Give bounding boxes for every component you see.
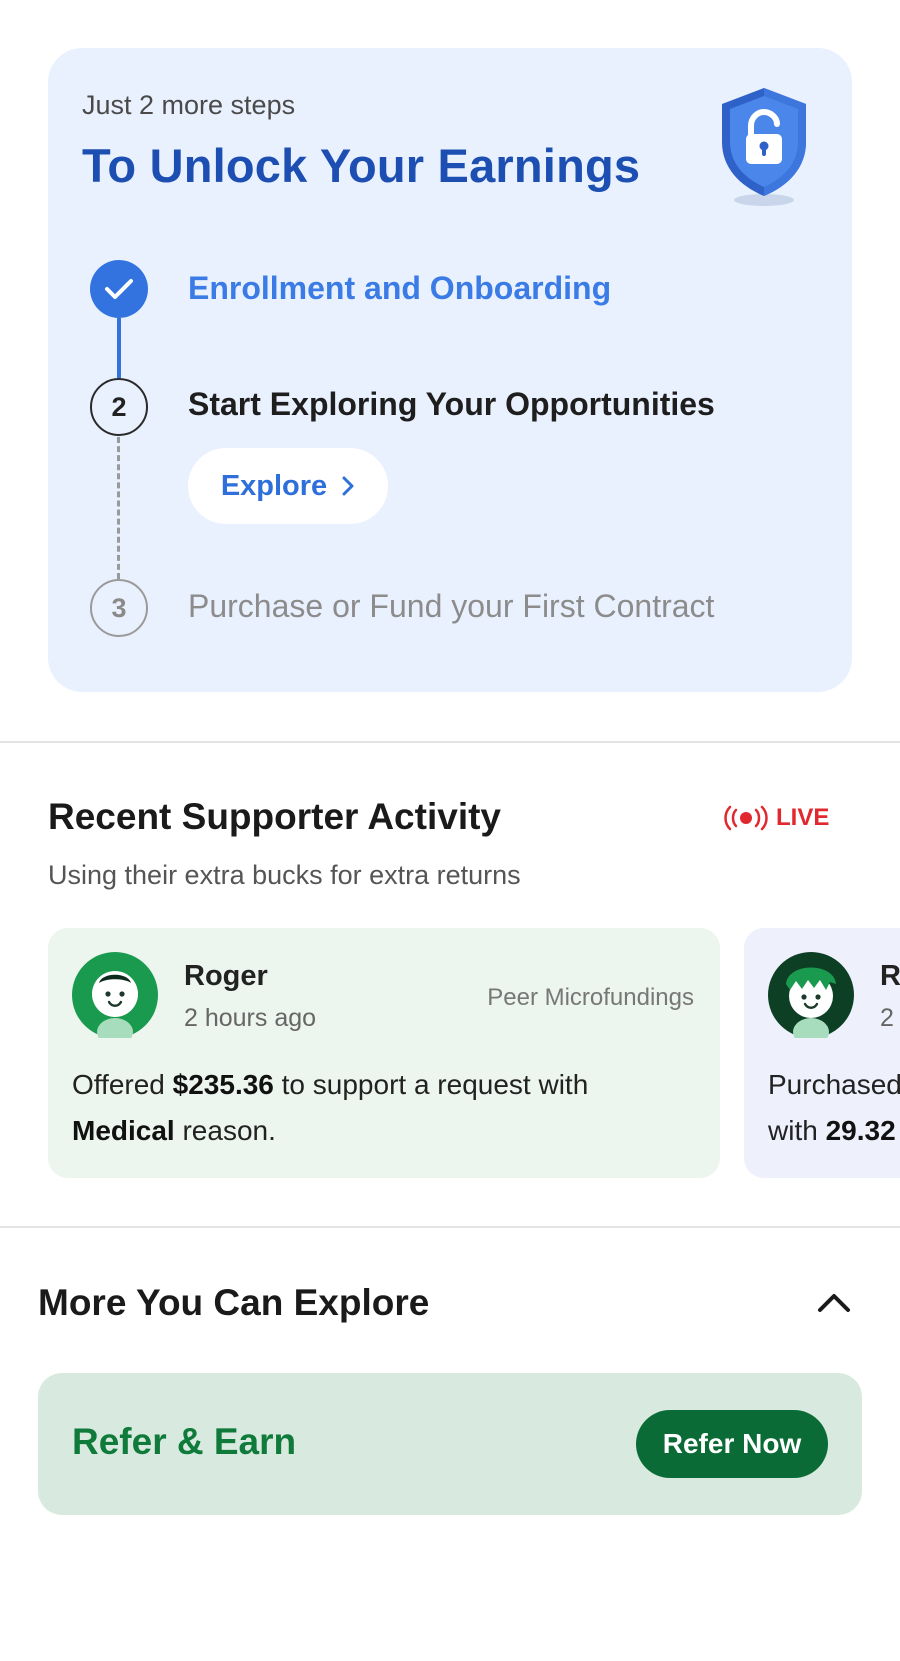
refer-earn-title: Refer & Earn	[72, 1421, 297, 1462]
supporter-name: Roger	[184, 960, 268, 992]
refer-now-button[interactable]: Refer Now	[636, 1410, 828, 1478]
supporter-name: R	[880, 960, 900, 992]
step-1-label: Enrollment and Onboarding	[188, 270, 612, 306]
step-2-number: 2	[90, 378, 148, 436]
explore-button[interactable]: Explore	[188, 448, 388, 524]
activity-reason: Medical	[72, 1115, 175, 1146]
activity-amount: 29.32	[825, 1115, 896, 1146]
step-2-label: Start Exploring Your Opportunities	[188, 386, 715, 422]
activity-time: 2 hours ago	[184, 1004, 317, 1032]
activity-description: Purchased with 29.32	[768, 1069, 900, 1146]
activity-card[interactable]: R 2 Purchased with 29.32	[744, 928, 900, 1178]
live-indicator: LIVE	[724, 804, 829, 832]
step-1-complete-icon	[90, 260, 148, 318]
unlock-earnings-card: Just 2 more steps To Unlock Your Earning…	[48, 48, 852, 692]
more-explore-title: More You Can Explore	[38, 1282, 430, 1323]
section-divider	[0, 1226, 900, 1228]
chevron-up-icon[interactable]	[814, 1288, 854, 1318]
step-3-number: 3	[90, 579, 148, 637]
progress-line-completed	[117, 318, 121, 378]
checkmark-icon	[105, 279, 133, 299]
chevron-right-icon	[342, 476, 354, 496]
activity-section-title: Recent Supporter Activity	[48, 796, 501, 837]
activity-category: Peer Microfundings	[487, 984, 694, 1011]
activity-time: 2	[880, 1004, 894, 1032]
explore-button-label: Explore	[220, 469, 328, 502]
activity-section-subtitle: Using their extra bucks for extra return…	[48, 860, 521, 890]
activity-amount: $235.36	[172, 1069, 274, 1100]
refer-earn-card: Refer & Earn Refer Now	[38, 1373, 862, 1515]
section-divider	[0, 741, 900, 743]
avatar-icon	[72, 952, 158, 1038]
progress-line-pending	[117, 437, 120, 579]
shield-lock-icon	[722, 88, 806, 206]
live-broadcast-icon	[724, 805, 768, 831]
avatar-icon	[768, 952, 854, 1038]
unlock-title: To Unlock Your Earnings	[82, 139, 641, 192]
step-3-label: Purchase or Fund your First Contract	[188, 588, 715, 624]
activity-description: Offered $235.36 to support a request wit…	[72, 1069, 589, 1146]
live-label: LIVE	[776, 804, 830, 831]
activity-card[interactable]: Roger 2 hours ago Peer Microfundings Off…	[48, 928, 720, 1178]
steps-remaining-text: Just 2 more steps	[82, 90, 296, 120]
